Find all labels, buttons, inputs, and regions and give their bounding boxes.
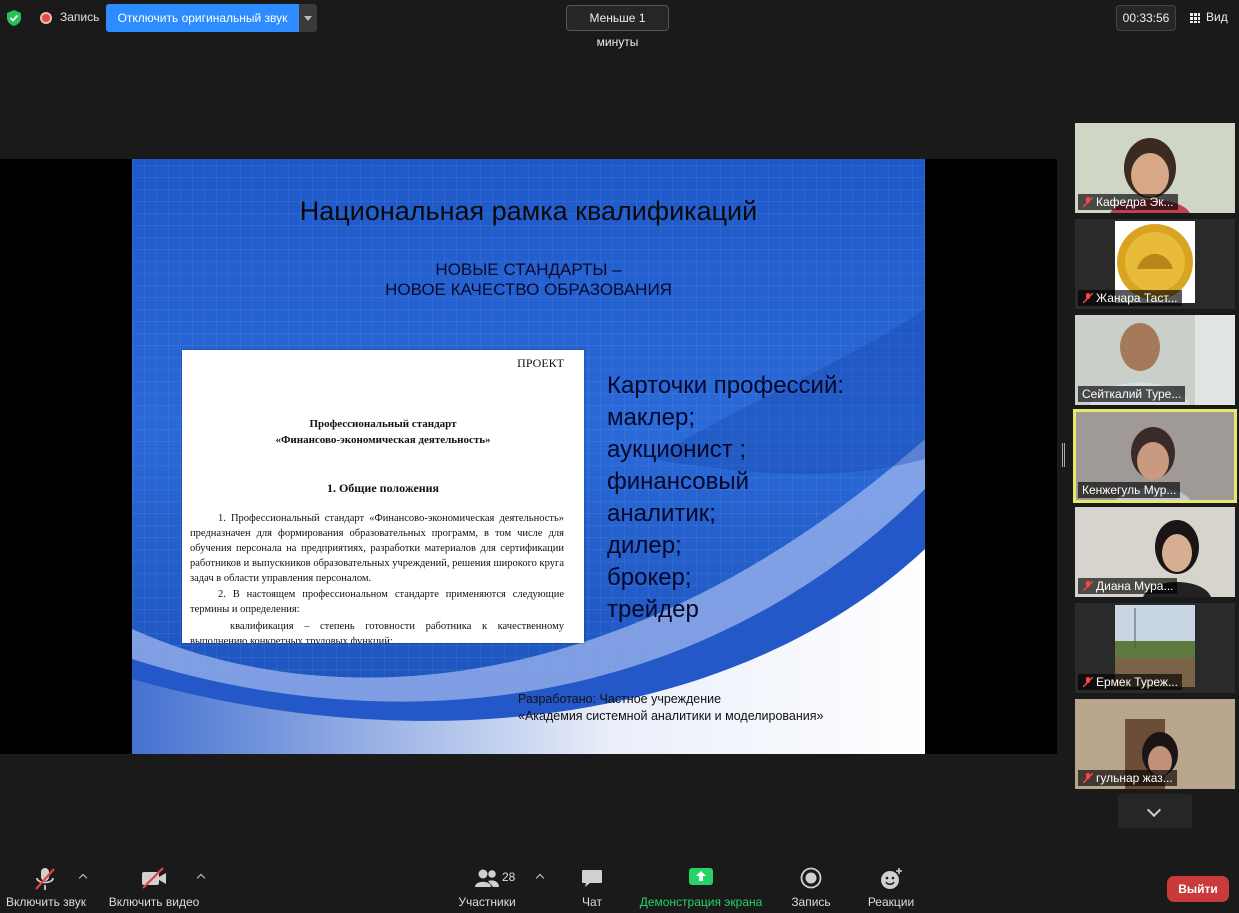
participant-name-text: Кенжегуль Мур... (1082, 483, 1177, 497)
recording-indicator-icon (40, 12, 52, 24)
document-heading-line1: Профессиональный стандарт (309, 418, 457, 430)
participant-name: Сейткалий Туре... (1078, 386, 1186, 402)
meeting-timer-notice: Меньше 1 минуты (566, 5, 669, 49)
document-paragraph-1: 1. Профессиональный стандарт «Финансово-… (190, 513, 564, 584)
chat-button[interactable]: Чат (566, 855, 618, 913)
share-screen-button[interactable]: Демонстрация экрана (636, 855, 766, 913)
participant-name-text: Ермек Туреж... (1096, 675, 1178, 689)
document-paragraph-2: 2. В настоящем профессиональном стандарт… (190, 589, 564, 615)
participant-name: Ермек Туреж... (1078, 674, 1182, 690)
muted-mic-icon (1083, 197, 1093, 207)
share-screen-label: Демонстрация экрана (639, 895, 763, 909)
document-section-title: 1. Общие положения (326, 481, 440, 495)
grid-icon (1190, 13, 1200, 23)
reactions-label: Реакции (867, 895, 915, 909)
slide-developer-credit: Разработано: Частное учреждение «Академи… (518, 691, 823, 725)
leave-meeting-button[interactable]: Выйти (1167, 876, 1229, 902)
participant-name-text: Кафедра Эк... (1096, 195, 1174, 209)
record-icon (800, 867, 822, 889)
developer-line1: Разработано: Частное учреждение (518, 692, 722, 706)
participant-tile-active-speaker[interactable]: Кенжегуль Мур... (1073, 409, 1237, 503)
slide-subtitle-line2: НОВОЕ КАЧЕСТВО ОБРАЗОВАНИЯ (385, 280, 672, 299)
muted-mic-icon (1083, 581, 1093, 591)
recording-label[interactable]: Запись (60, 10, 99, 24)
profession-cards-list: Карточки профессий: маклер; аукционист ;… (607, 370, 844, 626)
participant-name: Кенжегуль Мур... (1078, 482, 1181, 498)
participant-tile[interactable]: Жанара Таст... (1075, 219, 1235, 309)
slide-subtitle-line1: НОВЫЕ СТАНДАРТЫ – (435, 260, 622, 279)
security-shield-icon[interactable] (7, 10, 21, 26)
start-video-label: Включить видео (108, 895, 200, 909)
participant-name-text: Жанара Таст... (1096, 291, 1178, 305)
original-sound-dropdown-button[interactable] (299, 4, 317, 32)
record-button[interactable]: Запись (784, 855, 838, 913)
participant-tile[interactable]: Ермек Туреж... (1075, 603, 1235, 693)
reactions-button[interactable]: Реакции (862, 855, 920, 913)
document-stamp: ПРОЕКТ (517, 356, 564, 370)
cards-line: трейдер (607, 596, 699, 623)
participants-button[interactable]: Участники (452, 855, 522, 913)
unmute-label: Включить звук (5, 895, 87, 909)
developer-line2: «Академия системной аналитики и моделиро… (518, 709, 824, 723)
view-button[interactable]: Вид (1184, 5, 1232, 31)
panel-resize-handle[interactable] (1062, 443, 1065, 467)
muted-mic-icon (1083, 773, 1093, 783)
cards-line: аналитик; (607, 500, 716, 527)
participants-label: Участники (458, 895, 516, 909)
participant-name: гульнар жаз... (1078, 770, 1177, 786)
document-excerpt: ПРОЕКТ Профессиональный стандарт «Финанс… (182, 350, 584, 643)
reactions-icon (881, 868, 902, 889)
cards-line: дилер; (607, 532, 682, 559)
participant-tile[interactable]: Сейткалий Туре... (1075, 315, 1235, 405)
record-label: Запись (791, 895, 831, 909)
start-video-button[interactable]: Включить видео (104, 855, 204, 913)
chat-icon (582, 870, 602, 887)
gallery-next-page-button[interactable] (1118, 794, 1192, 828)
document-heading-line2: «Финансово-экономическая деятельность» (275, 434, 491, 446)
participant-tile[interactable]: гульнар жаз... (1075, 699, 1235, 789)
meeting-toolbar: Включить звук Включить видео Участники 2… (0, 855, 1239, 913)
participant-name: Жанара Таст... (1078, 290, 1182, 306)
share-screen-icon (689, 868, 713, 885)
muted-microphone-icon (35, 868, 55, 890)
presentation-slide: Национальная рамка квалификаций НОВЫЕ СТ… (132, 159, 925, 754)
cards-line: брокер; (607, 564, 692, 591)
view-label: Вид (1206, 10, 1228, 24)
participant-name-text: Сейткалий Туре... (1082, 387, 1182, 401)
muted-mic-icon (1083, 677, 1093, 687)
video-off-icon (142, 867, 166, 889)
participant-tile[interactable]: Кафедра Эк... (1075, 123, 1235, 213)
cards-line: Карточки профессий: (607, 372, 845, 399)
shared-screen: Национальная рамка квалификаций НОВЫЕ СТ… (0, 159, 1057, 754)
muted-mic-icon (1083, 293, 1093, 303)
chat-label: Чат (582, 895, 602, 909)
top-bar: Запись Отключить оригинальный звук Меньш… (0, 0, 1239, 49)
document-paragraph-3: квалификация – степень готовности работн… (190, 621, 564, 643)
cards-line: маклер; (607, 404, 695, 431)
participant-tile[interactable]: Диана Мура... (1075, 507, 1235, 597)
cards-line: финансовый (607, 468, 750, 495)
disable-original-sound-button[interactable]: Отключить оригинальный звук (106, 4, 299, 32)
slide-title: Национальная рамка квалификаций (299, 196, 758, 226)
participants-options-caret[interactable] (535, 873, 545, 883)
elapsed-time: 00:33:56 (1116, 5, 1176, 31)
slide-subtitle: НОВЫЕ СТАНДАРТЫ – НОВОЕ КАЧЕСТВО ОБРАЗОВ… (132, 260, 925, 300)
participant-name-text: гульнар жаз... (1096, 771, 1173, 785)
participant-name: Диана Мура... (1078, 578, 1178, 594)
participant-name: Кафедра Эк... (1078, 194, 1178, 210)
participants-icon (475, 869, 499, 887)
participant-name-text: Диана Мура... (1096, 579, 1174, 593)
unmute-button[interactable]: Включить звук (0, 855, 92, 913)
participants-count: 28 (502, 870, 516, 884)
cards-line: аукционист ; (607, 436, 747, 463)
